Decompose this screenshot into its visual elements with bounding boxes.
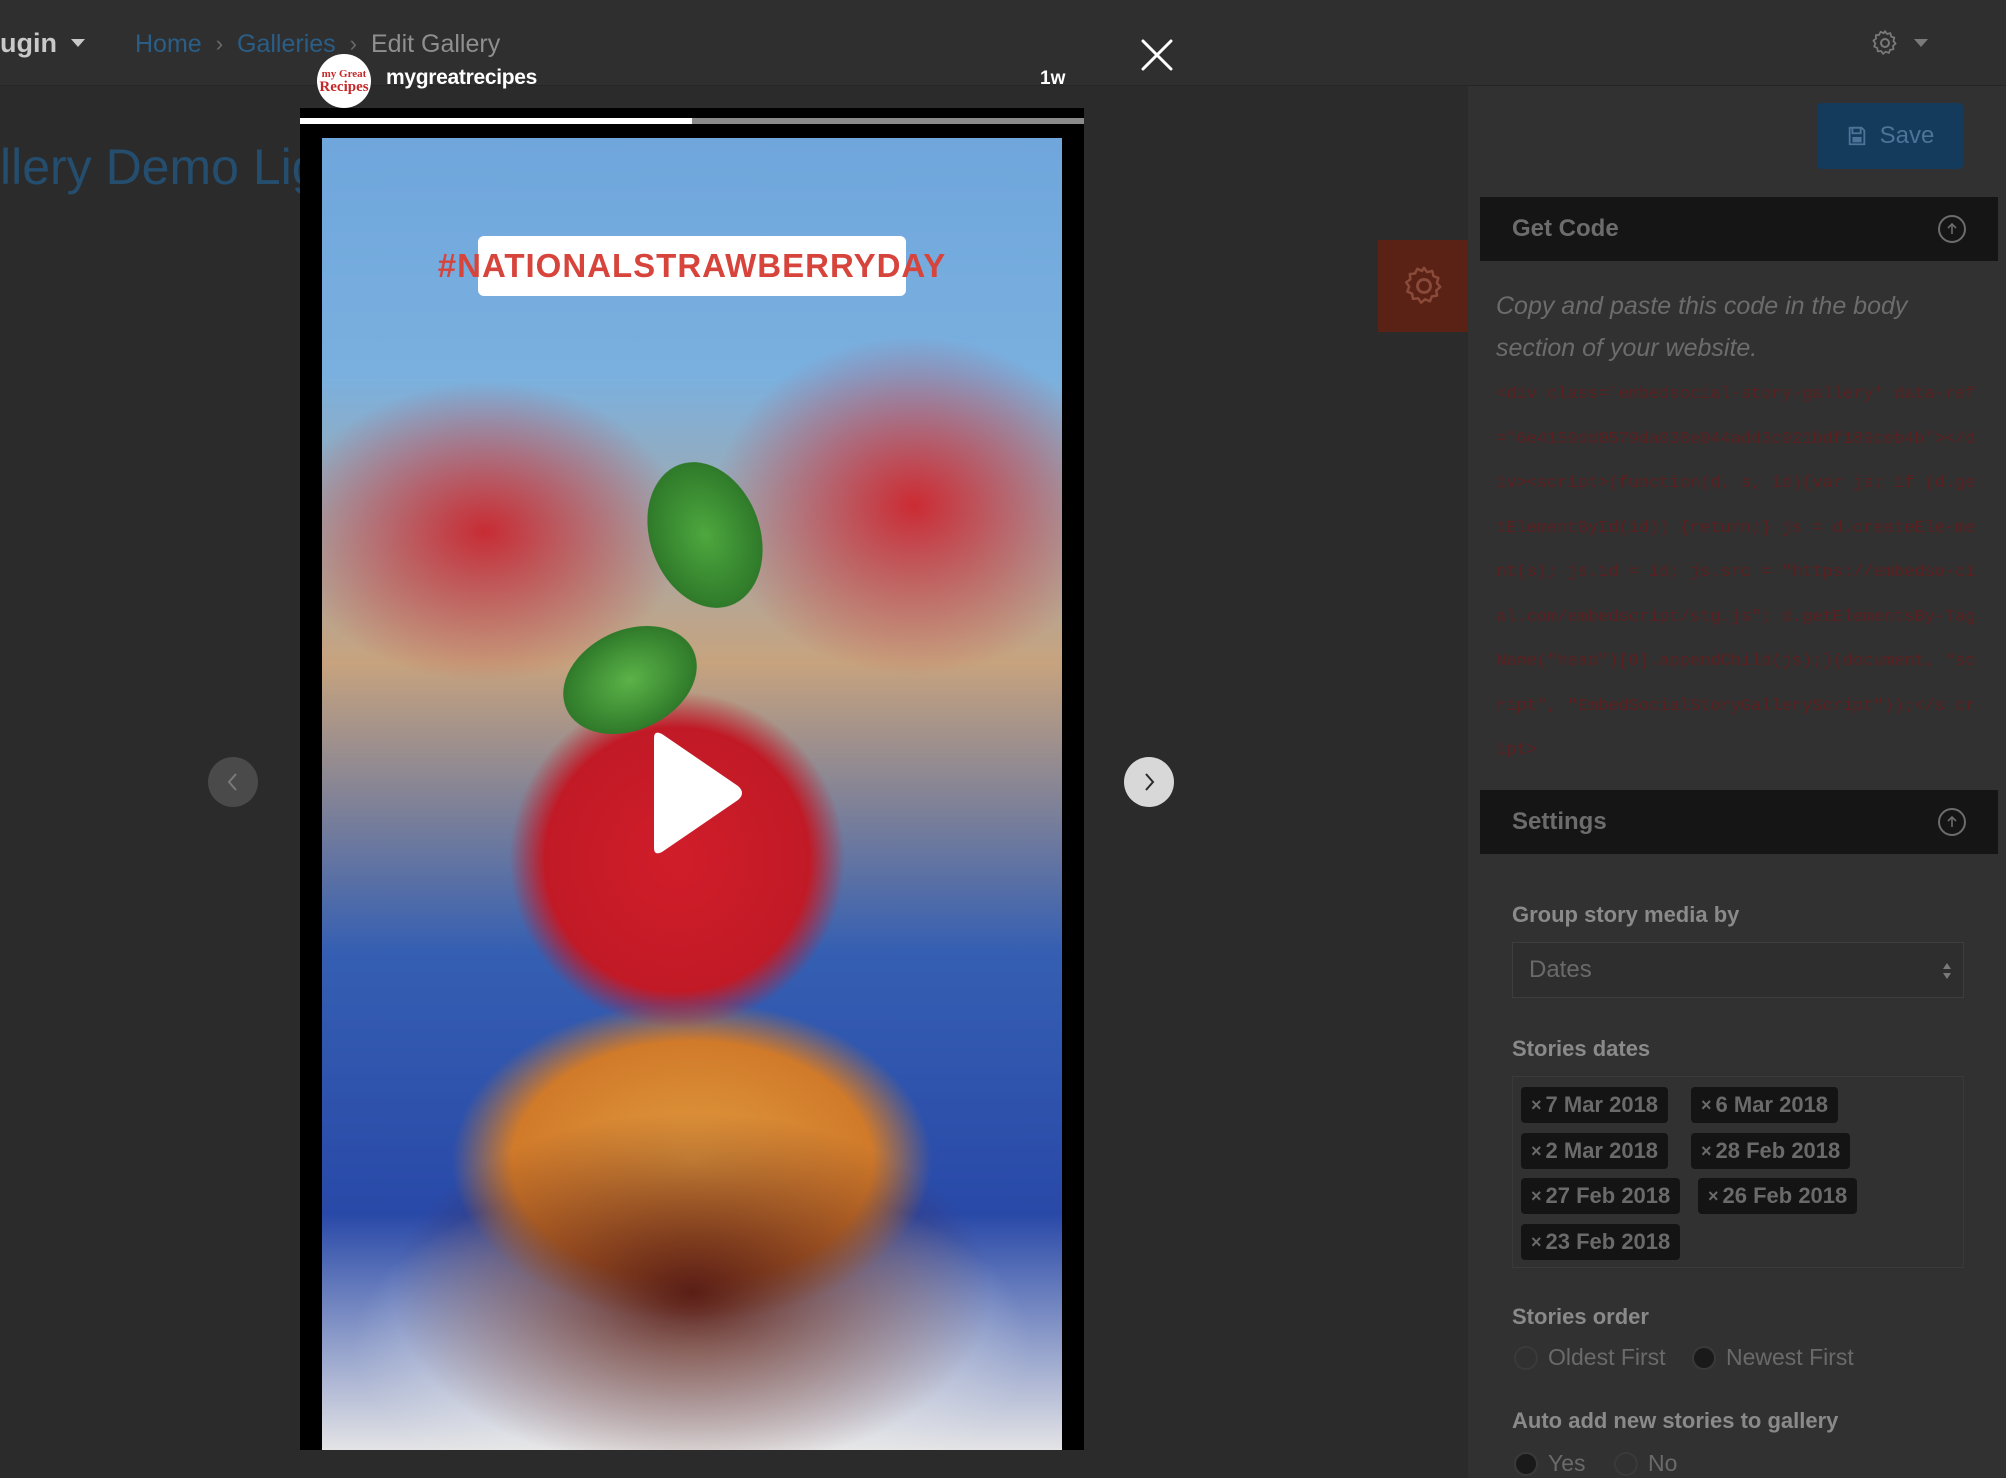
breadcrumb-galleries[interactable]: Galleries (237, 30, 336, 59)
embed-code-snippet[interactable]: <div class='embedsocial-story-gallery' d… (1496, 373, 1982, 774)
circle-arrow-up-icon[interactable] (1938, 215, 1966, 243)
stories-dates-label: Stories dates (1512, 1036, 1651, 1061)
close-icon[interactable] (1140, 38, 1174, 72)
save-icon (1848, 126, 1865, 146)
next-story-button[interactable] (1124, 757, 1174, 807)
gear-icon (1872, 30, 1897, 55)
story-username[interactable]: mygreatrecipes (386, 66, 537, 90)
select-arrows-icon (1943, 963, 1951, 979)
radio-button[interactable] (1692, 1345, 1716, 1370)
order-newest-first[interactable]: Newest First (1692, 1344, 1854, 1371)
remove-tag-icon[interactable]: × (1531, 1232, 1542, 1253)
gallery-settings-button[interactable] (1378, 240, 1470, 332)
chevron-right-icon (1145, 773, 1155, 791)
gear-icon (1404, 266, 1442, 304)
auto-add-label: Auto add new stories to gallery (1512, 1408, 1839, 1433)
story-age: 1w (1040, 68, 1066, 89)
settings-panel-header[interactable]: Settings (1480, 790, 1998, 854)
breadcrumb-home[interactable]: Home (135, 30, 202, 59)
date-tag[interactable]: × 27 Feb 2018 (1521, 1178, 1681, 1214)
plugin-menu[interactable]: ugin (0, 22, 85, 64)
date-tag[interactable]: × 7 Mar 2018 (1521, 1087, 1669, 1123)
breadcrumb-separator: › (349, 31, 357, 56)
order-oldest-first[interactable]: Oldest First (1514, 1344, 1666, 1371)
remove-tag-icon[interactable]: × (1701, 1141, 1712, 1162)
remove-tag-icon[interactable]: × (1531, 1095, 1542, 1116)
breadcrumb-separator: › (215, 31, 224, 56)
save-button[interactable]: Save (1817, 103, 1963, 169)
auto-add-no[interactable]: No (1614, 1450, 1677, 1477)
stories-order-label: Stories order (1512, 1304, 1649, 1329)
chevron-down-icon (1914, 39, 1928, 47)
chevron-left-icon (227, 773, 237, 791)
radio-button[interactable] (1614, 1451, 1638, 1476)
previous-story-button[interactable] (208, 757, 258, 807)
date-tag[interactable]: × 23 Feb 2018 (1521, 1224, 1681, 1260)
story-progress-fill (300, 118, 692, 124)
page-title: llery Demo Lig (0, 139, 320, 195)
story-hashtag-sticker: #NATIONALSTRAWBERRYDAY (438, 236, 945, 296)
remove-tag-icon[interactable]: × (1701, 1095, 1712, 1116)
auto-add-yes[interactable]: Yes (1514, 1450, 1586, 1477)
group-by-label: Group story media by (1512, 902, 1740, 927)
remove-tag-icon[interactable]: × (1708, 1186, 1719, 1207)
get-code-panel-header[interactable]: Get Code (1480, 197, 1998, 261)
date-tag[interactable]: × 26 Feb 2018 (1698, 1178, 1858, 1214)
chevron-down-icon (70, 39, 85, 47)
plugin-menu-label: ugin (0, 27, 57, 58)
settings-title: Settings (1512, 808, 1607, 835)
avatar[interactable]: my Great Recipes (317, 54, 371, 108)
remove-tag-icon[interactable]: × (1531, 1186, 1542, 1207)
group-by-select[interactable]: Dates (1512, 942, 1964, 998)
stories-dates-multiselect[interactable]: × 7 Mar 2018 × 6 Mar 2018 × 2 Mar 2018 × 28 … (1512, 1076, 1964, 1268)
date-tag[interactable]: × 6 Mar 2018 (1691, 1087, 1839, 1123)
get-code-title: Get Code (1512, 215, 1619, 242)
save-button-label: Save (1879, 122, 1935, 149)
radio-button[interactable] (1514, 1345, 1538, 1370)
group-by-value: Dates (1529, 956, 1592, 983)
date-tag[interactable]: × 28 Feb 2018 (1691, 1133, 1851, 1169)
date-tag[interactable]: × 2 Mar 2018 (1521, 1133, 1669, 1169)
settings-menu[interactable] (1870, 22, 1950, 64)
get-code-instructions: Copy and paste this code in the body sec… (1496, 292, 1908, 362)
remove-tag-icon[interactable]: × (1531, 1141, 1542, 1162)
radio-button[interactable] (1514, 1451, 1538, 1476)
circle-arrow-up-icon[interactable] (1938, 808, 1966, 836)
breadcrumb: Home › Galleries › Edit Gallery (135, 24, 500, 64)
breadcrumb-current: Edit Gallery (371, 29, 501, 58)
play-icon[interactable] (646, 728, 746, 858)
